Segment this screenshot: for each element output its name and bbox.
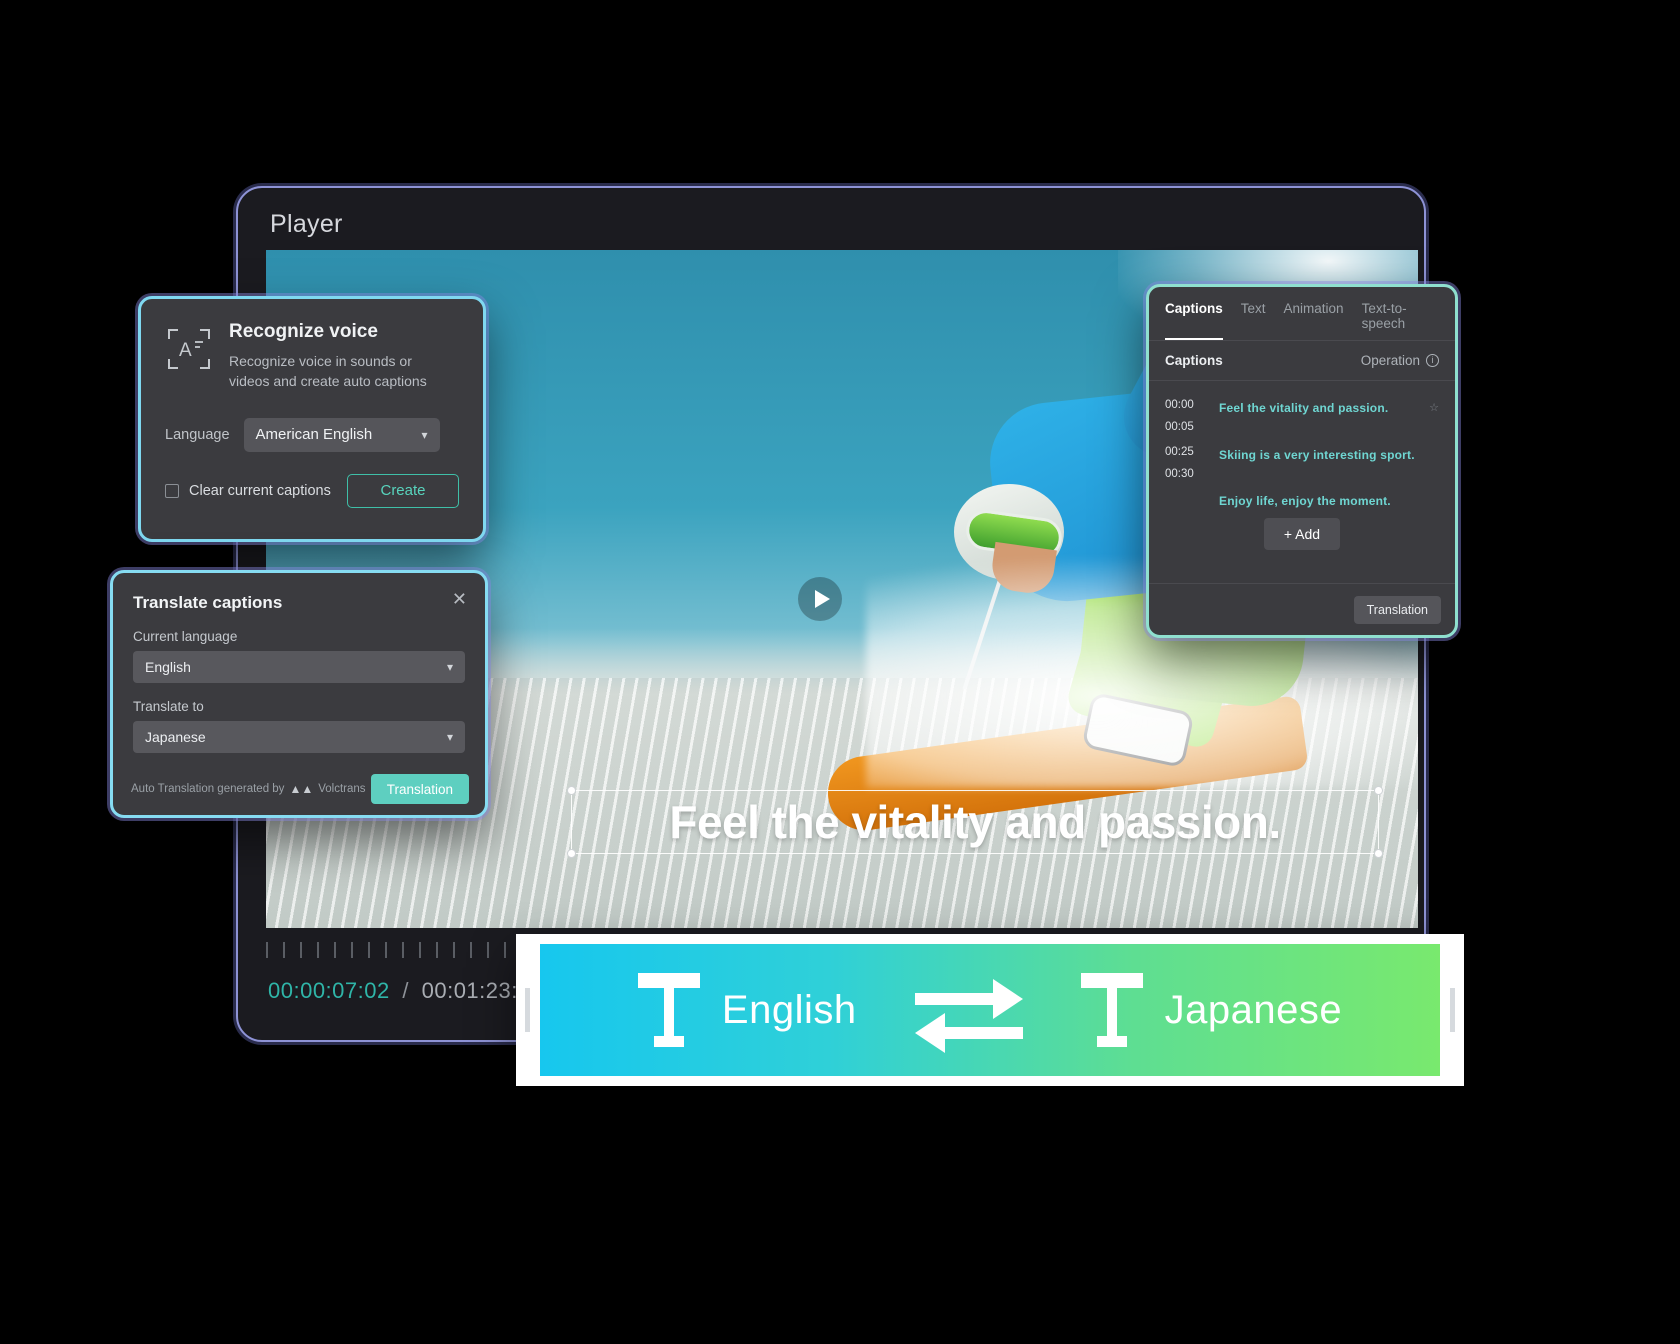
play-icon[interactable] <box>798 577 842 621</box>
translate-captions-body: Translate captions ✕ Current language En… <box>113 573 485 753</box>
create-button[interactable]: Create <box>347 473 459 508</box>
recognize-voice-subtitle: Recognize voice in sounds or videos and … <box>229 353 427 390</box>
translate-captions-panel: Translate captions ✕ Current language En… <box>110 570 488 818</box>
translate-captions-title: Translate captions <box>133 593 283 612</box>
swap-arrows-icon[interactable] <box>909 967 1029 1053</box>
voice-recognize-icon: A <box>165 325 213 373</box>
recognize-voice-footer: Clear current captions Create <box>165 473 459 508</box>
caption-selection-box[interactable]: Feel the vitality and passion. <box>567 786 1383 858</box>
tab-text[interactable]: Text <box>1241 301 1266 340</box>
add-caption-button[interactable]: + Add <box>1263 518 1341 551</box>
source-language-label: English <box>721 987 857 1032</box>
recognize-voice-text: Recognize voice Recognize voice in sound… <box>229 321 447 392</box>
translation-credit: Auto Translation generated by ▲▲ Volctra… <box>131 782 366 796</box>
caption-timestamps: 00:00 00:05 <box>1165 395 1205 439</box>
caption-start-time: 00:00 <box>1165 399 1194 411</box>
translate-to-value: Japanese <box>145 729 206 745</box>
close-icon[interactable]: ✕ <box>452 590 467 608</box>
page-title: Player <box>270 210 343 238</box>
language-row: Language American English ▾ <box>165 417 459 452</box>
timecode-separator: / <box>402 978 409 1003</box>
caption-timestamps: 00:25 00:30 <box>1165 442 1205 486</box>
caption-text[interactable]: Feel the vitality and passion. <box>1219 395 1388 439</box>
star-icon[interactable]: ☆ <box>1429 401 1439 414</box>
caption-text[interactable]: Skiing is a very interesting sport. <box>1219 442 1415 486</box>
clear-captions-checkbox[interactable]: Clear current captions <box>165 483 331 499</box>
table-row[interactable]: 00:00 00:05 Feel the vitality and passio… <box>1165 395 1439 439</box>
recognize-voice-panel: A Recognize voice Recognize voice in sou… <box>138 296 486 542</box>
captions-subheader-label: Captions <box>1165 353 1223 368</box>
tab-captions[interactable]: Captions <box>1165 301 1223 340</box>
chevron-down-icon: ▾ <box>421 427 428 442</box>
captions-subheader: Captions Operation i <box>1149 341 1455 381</box>
language-select[interactable]: American English ▾ <box>243 417 440 452</box>
translation-button[interactable]: Translation <box>370 774 469 804</box>
current-language-select[interactable]: English ▾ <box>133 651 465 683</box>
translation-credit-text: Auto Translation generated by <box>131 783 285 795</box>
info-icon[interactable]: i <box>1426 354 1439 367</box>
caption-end-time: 00:30 <box>1165 467 1194 480</box>
clear-captions-label: Clear current captions <box>189 482 331 499</box>
target-language-label: Japanese <box>1164 987 1343 1032</box>
captions-list: 00:00 00:05 Feel the vitality and passio… <box>1149 381 1455 553</box>
resize-handle-top-right[interactable] <box>1374 786 1383 795</box>
caption-start-time: 00:25 <box>1165 445 1194 458</box>
translation-credit-brand: Volctrans <box>318 783 366 795</box>
caption-text[interactable]: Enjoy life, enjoy the moment. <box>1219 488 1391 508</box>
tab-animation[interactable]: Animation <box>1284 301 1344 340</box>
bar-grip-right <box>1450 988 1455 1032</box>
checkbox-box[interactable] <box>165 483 179 498</box>
target-language[interactable]: Japanese <box>1080 973 1343 1047</box>
operation-label: Operation <box>1360 353 1420 368</box>
timecode-display: 00:00:07:02 / 00:01:23:00 <box>268 978 543 1004</box>
tab-text-to-speech[interactable]: Text-to-speech <box>1362 301 1439 340</box>
caption-end-time: 00:05 <box>1165 420 1194 433</box>
chevron-down-icon: ▾ <box>446 660 453 674</box>
translation-button[interactable]: Translation <box>1353 595 1441 624</box>
language-swap-bar: English Japanese <box>516 934 1464 1086</box>
chevron-down-icon: ▾ <box>446 730 453 744</box>
table-row[interactable]: 00:25 00:30 Skiing is a very interesting… <box>1165 442 1439 486</box>
source-language[interactable]: English <box>637 973 857 1047</box>
text-T-icon <box>637 973 700 1047</box>
captions-tabs: Captions Text Animation Text-to-speech <box>1149 287 1455 341</box>
captions-panel: Captions Text Animation Text-to-speech C… <box>1146 284 1458 638</box>
captions-panel-footer: Translation <box>1149 583 1455 635</box>
language-swap-gradient: English Japanese <box>540 944 1440 1076</box>
resize-handle-bottom-left[interactable] <box>567 849 576 858</box>
translate-to-select[interactable]: Japanese ▾ <box>133 721 465 753</box>
recognize-voice-header: A Recognize voice Recognize voice in sou… <box>165 321 459 392</box>
text-T-icon <box>1080 973 1143 1047</box>
current-language-label: Current language <box>133 629 238 644</box>
translate-captions-footer: Auto Translation generated by ▲▲ Volctra… <box>113 763 485 815</box>
bar-grip-left <box>525 988 530 1032</box>
table-row[interactable]: Enjoy life, enjoy the moment. <box>1165 488 1439 508</box>
language-label: Language <box>165 426 230 443</box>
screenshot-root: Player Feel the vitality and passion. 00… <box>0 0 1680 1344</box>
resize-handle-bottom-right[interactable] <box>1374 849 1383 858</box>
svg-text:A: A <box>179 340 192 361</box>
language-select-value: American English <box>255 426 373 444</box>
current-language-value: English <box>145 659 191 675</box>
resize-handle-top-left[interactable] <box>567 786 576 795</box>
timecode-current: 00:00:07:02 <box>268 978 390 1003</box>
translate-to-label: Translate to <box>133 699 204 714</box>
operation-column-header: Operation i <box>1361 353 1439 368</box>
volctrans-logo-icon: ▲▲ <box>289 782 314 796</box>
recognize-voice-title: Recognize voice <box>229 321 378 342</box>
caption-timestamps <box>1165 488 1205 508</box>
caption-overlay-text: Feel the vitality and passion. <box>669 796 1281 848</box>
